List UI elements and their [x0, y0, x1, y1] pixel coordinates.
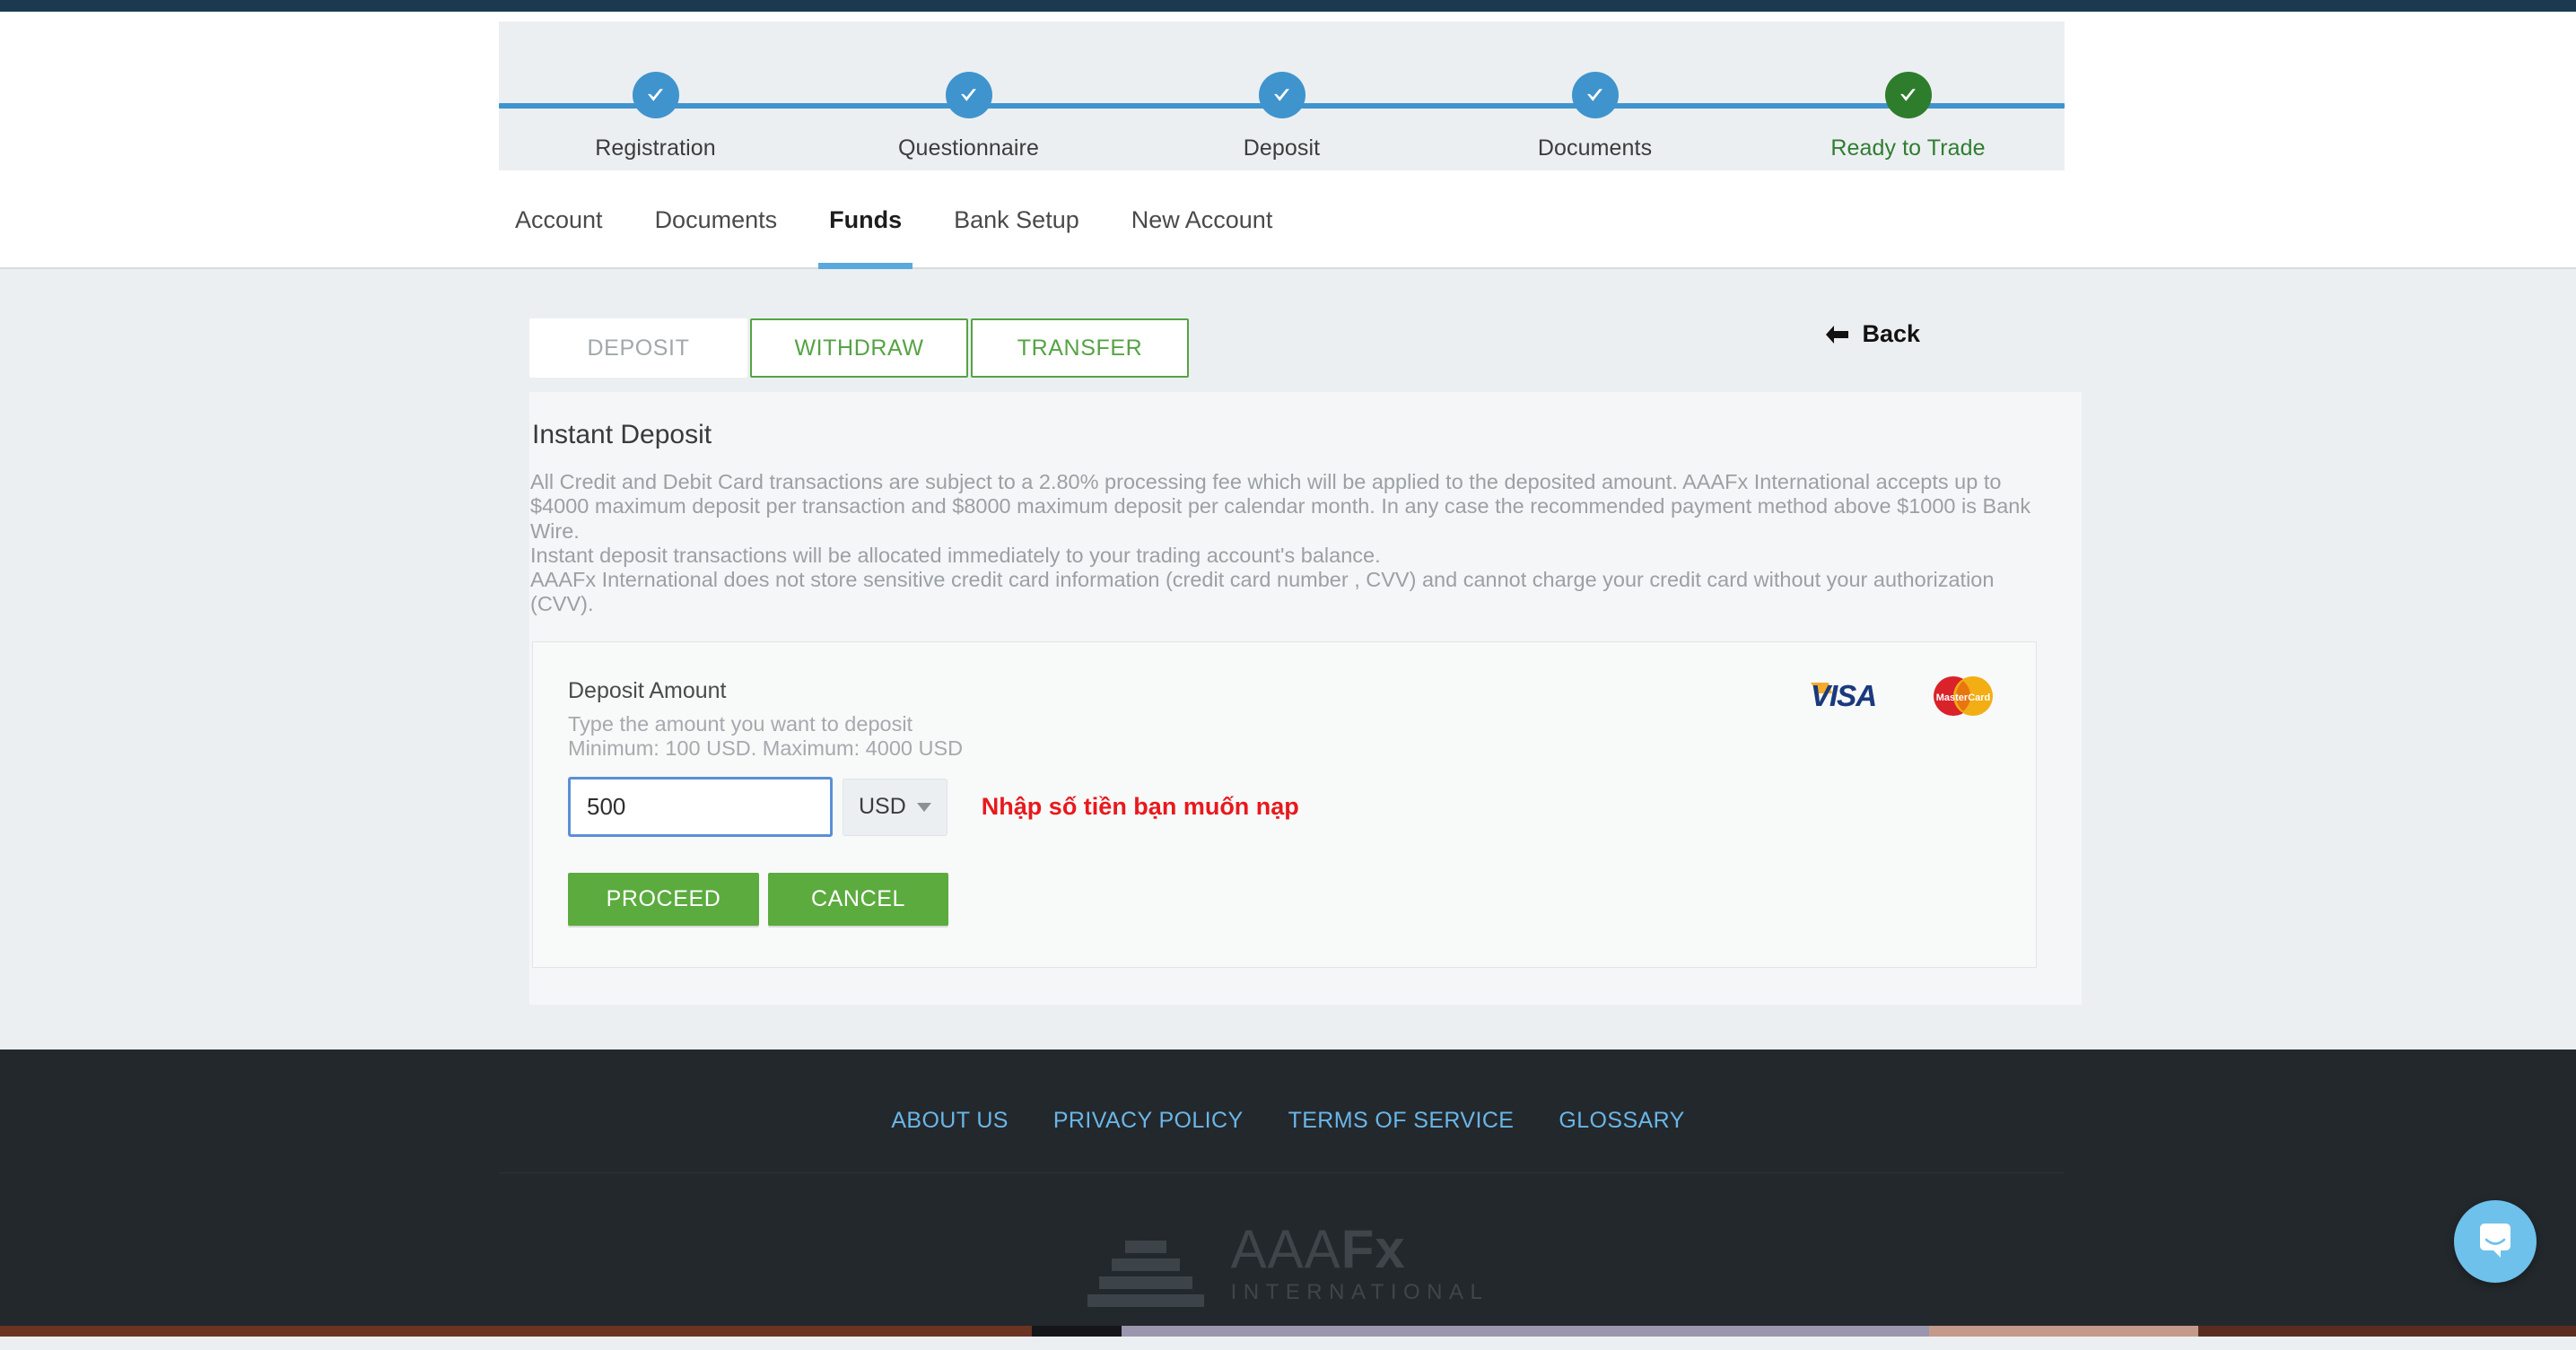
proceed-button[interactable]: PROCEED [568, 873, 759, 926]
step-label: Registration [595, 135, 716, 161]
tab-bank-setup[interactable]: Bank Setup [928, 170, 1105, 269]
chevron-down-icon [916, 802, 931, 812]
browser-toolbar-strip [0, 12, 2576, 22]
footer-link-list: ABOUT US PRIVACY POLICY TERMS OF SERVICE GL… [0, 1108, 2576, 1134]
tab-documents[interactable]: Documents [629, 170, 804, 269]
brand-subtitle: INTERNATIONAL [1230, 1280, 1489, 1304]
footer-logo: AAAFx INTERNATIONAL [0, 1223, 2576, 1307]
segment-transfer[interactable]: TRANSFER [971, 318, 1189, 378]
mastercard-logo-icon: MasterCard [1934, 675, 1993, 716]
svg-text:MasterCard: MasterCard [1936, 692, 1991, 703]
check-icon [648, 88, 663, 101]
funds-action-row: DEPOSIT WITHDRAW TRANSFER Back [529, 318, 2082, 378]
main-content: DEPOSIT WITHDRAW TRANSFER Back Instant Dep… [0, 269, 2576, 1050]
check-icon [1274, 88, 1289, 101]
onboarding-stepper: Registration Questionnaire Deposit Document… [0, 22, 2576, 192]
site-footer: ABOUT US PRIVACY POLICY TERMS OF SERVICE GL… [0, 1050, 2576, 1337]
panel-paragraph-1: All Credit and Debit Card transactions a… [530, 470, 2031, 543]
tab-funds[interactable]: Funds [803, 170, 928, 269]
check-icon [961, 88, 976, 101]
background-window-sliver [0, 1326, 2576, 1337]
footer-divider [499, 1172, 2065, 1173]
stepper-step-questionnaire[interactable]: Questionnaire [879, 72, 1059, 161]
footer-link-glossary[interactable]: GLOSSARY [1559, 1108, 1684, 1134]
instant-deposit-panel: Instant Deposit All Credit and Debit Car… [529, 392, 2082, 1005]
currency-select[interactable]: USD [843, 778, 947, 836]
tab-new-account[interactable]: New Account [1105, 170, 1299, 269]
stepper-step-deposit[interactable]: Deposit [1192, 72, 1372, 161]
form-buttons: PROCEED CANCEL [568, 873, 1997, 926]
pyramid-logo-icon [1087, 1241, 1204, 1307]
svg-text:VISA: VISA [1811, 679, 1876, 712]
step-label: Questionnaire [898, 135, 1039, 161]
section-nav: Account Documents Funds Bank Setup New Accou… [0, 170, 2576, 269]
footer-link-about-us[interactable]: ABOUT US [891, 1108, 1009, 1134]
stepper-step-documents[interactable]: Documents [1506, 72, 1685, 161]
deposit-amount-hint-1: Type the amount you want to deposit [568, 711, 913, 736]
deposit-amount-hint-2: Minimum: 100 USD. Maximum: 4000 USD [568, 736, 964, 760]
step-check-circle [1571, 72, 1619, 118]
footer-link-privacy-policy[interactable]: PRIVACY POLICY [1053, 1108, 1244, 1134]
step-check-circle [945, 72, 992, 118]
step-check-circle [632, 72, 679, 118]
chat-bubble-icon [2480, 1224, 2511, 1258]
footer-link-terms-of-service[interactable]: TERMS OF SERVICE [1288, 1108, 1515, 1134]
panel-title: Instant Deposit [532, 420, 712, 449]
stepper-step-ready-to-trade[interactable]: Ready to Trade [1819, 72, 1998, 161]
stepper-steps: Registration Questionnaire Deposit Document… [499, 22, 2065, 188]
chat-widget-button[interactable] [2454, 1200, 2537, 1283]
back-button[interactable]: Back [1823, 320, 1920, 348]
panel-paragraph-2: Instant deposit transactions will be all… [530, 543, 1381, 567]
segment-withdraw[interactable]: WITHDRAW [750, 318, 968, 378]
check-icon [1587, 88, 1602, 101]
tab-account[interactable]: Account [515, 170, 629, 269]
accepted-cards: VISA VISA MasterCard [1811, 675, 1997, 718]
deposit-form-card: VISA VISA MasterCard Deposit Amount Type… [532, 640, 2037, 968]
back-arrow-icon [1826, 325, 1849, 344]
currency-value: USD [859, 794, 906, 819]
panel-paragraph-3: AAAFx International does not store sensi… [530, 568, 1995, 616]
step-label: Documents [1537, 135, 1653, 161]
back-button-label: Back [1862, 320, 1920, 347]
stepper-step-registration[interactable]: Registration [566, 72, 746, 161]
amount-row: USD Nhập số tiền bạn muốn nạp [568, 777, 1997, 837]
step-label: Ready to Trade [1830, 135, 1986, 161]
deposit-amount-label: Deposit Amount [568, 677, 727, 703]
brand-text: AAAFx INTERNATIONAL [1231, 1223, 1489, 1307]
annotation-text: Nhập số tiền bạn muốn nạp [981, 793, 1299, 820]
step-check-circle [1258, 72, 1305, 118]
browser-title-bar [0, 0, 2576, 12]
cancel-button[interactable]: CANCEL [768, 873, 948, 926]
step-label: Deposit [1243, 135, 1321, 161]
panel-description: All Credit and Debit Card transactions a… [530, 470, 2081, 617]
deposit-amount-input[interactable] [568, 777, 833, 837]
check-icon [1900, 88, 1916, 101]
segment-deposit[interactable]: DEPOSIT [529, 318, 747, 378]
visa-logo-icon: VISA VISA [1811, 679, 1877, 712]
step-check-circle [1884, 72, 1932, 118]
brand-name: AAAFx [1230, 1219, 1406, 1279]
